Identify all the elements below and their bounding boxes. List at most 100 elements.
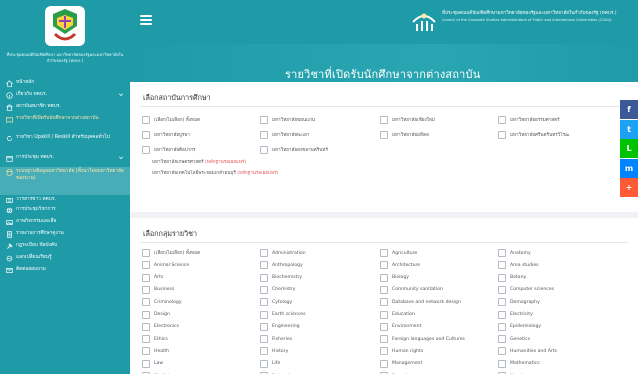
- subject-checkbox[interactable]: Biology: [380, 273, 409, 282]
- subject-checkbox[interactable]: Ethics: [142, 335, 168, 344]
- checkbox[interactable]: [380, 298, 388, 307]
- subject-checkbox[interactable]: Botany: [498, 273, 526, 282]
- subject-checkbox[interactable]: Anthropology: [260, 261, 303, 270]
- checkbox[interactable]: [142, 116, 150, 124]
- sidebar-item-reports[interactable]: รายงานการศึกษาดูงาน: [0, 231, 130, 243]
- checkbox[interactable]: [142, 298, 150, 307]
- checkbox[interactable]: [142, 335, 150, 344]
- sidebar-item-conference[interactable]: การประชุมวิชาการ: [0, 207, 130, 219]
- subject-checkbox[interactable]: Management: [380, 359, 422, 368]
- plus-icon[interactable]: +: [620, 178, 638, 197]
- checkbox[interactable]: [498, 116, 506, 124]
- subject-checkbox[interactable]: Genetics: [498, 335, 530, 344]
- messenger-icon[interactable]: m: [620, 158, 638, 178]
- checkbox[interactable]: [380, 359, 388, 368]
- subject-checkbox[interactable]: Life: [260, 359, 280, 368]
- checkbox[interactable]: [498, 347, 506, 356]
- subject-checkbox[interactable]: Biochemistry: [260, 273, 302, 282]
- checkbox[interactable]: [380, 322, 388, 331]
- institution-checkbox[interactable]: มหาวิทยาลัยธรรมศาสตร์: [498, 116, 560, 124]
- checkbox[interactable]: [498, 285, 506, 294]
- subject-checkbox[interactable]: Chemistry: [260, 285, 296, 294]
- subject-checkbox[interactable]: Environment: [380, 322, 421, 331]
- subject-checkbox[interactable]: Anatomy: [498, 249, 531, 257]
- checkbox[interactable]: [380, 285, 388, 294]
- checkbox[interactable]: [142, 322, 150, 331]
- sidebar-item-gallery[interactable]: ภาพกิจกรรมและสื่อ: [0, 219, 130, 231]
- checkbox[interactable]: [142, 310, 150, 319]
- twitter-icon[interactable]: t: [620, 119, 638, 139]
- checkbox[interactable]: [380, 116, 388, 124]
- subject-checkbox[interactable]: Mathematics: [498, 359, 540, 368]
- sidebar-item-regulations[interactable]: กฎระเบียบ ข้อบังคับ: [0, 243, 130, 255]
- subject-checkbox[interactable]: (เลือก/ไม่เลือก) ทั้งหมด: [142, 249, 200, 257]
- facebook-icon[interactable]: f: [620, 100, 638, 119]
- checkbox[interactable]: [260, 298, 268, 307]
- checkbox[interactable]: [260, 273, 268, 282]
- checkbox[interactable]: [260, 310, 268, 319]
- subject-checkbox[interactable]: Arts: [142, 273, 163, 282]
- checkbox[interactable]: [260, 116, 268, 124]
- checkbox[interactable]: [498, 335, 506, 344]
- institution-checkbox[interactable]: มหาวิทยาลัยมหิดล: [380, 131, 429, 139]
- checkbox[interactable]: [498, 131, 506, 139]
- subject-checkbox[interactable]: Engineering: [260, 322, 300, 331]
- subject-checkbox[interactable]: Cytology: [260, 298, 292, 307]
- sidebar-item-newsletter[interactable]: วารสารข่าว ทคบร.: [0, 195, 130, 207]
- institution-checkbox[interactable]: มหาวิทยาลัยสงขลานครินทร์: [260, 146, 328, 154]
- checkbox[interactable]: [142, 347, 150, 356]
- pending-link[interactable]: (หลักฐานรอเผยแพร่): [205, 160, 246, 165]
- sidebar-item-members[interactable]: สถาบันสมาชิก ทคบร.: [0, 104, 130, 116]
- checkbox[interactable]: [260, 322, 268, 331]
- institution-checkbox[interactable]: มหาวิทยาลัยบูรพา: [142, 131, 190, 139]
- institution-checkbox[interactable]: (เลือก/ไม่เลือก) ทั้งหมด: [142, 116, 200, 124]
- sidebar-item-meetings[interactable]: การประชุม ทคบร.: [0, 155, 130, 167]
- subject-checkbox[interactable]: Computer sciences: [498, 285, 554, 294]
- checkbox[interactable]: [380, 261, 388, 270]
- checkbox[interactable]: [260, 249, 268, 257]
- subject-checkbox[interactable]: Electricity: [498, 310, 533, 319]
- subject-checkbox[interactable]: Education: [380, 310, 415, 319]
- checkbox[interactable]: [498, 298, 506, 307]
- sidebar-item-exchange[interactable]: แลกเปลี่ยนเรียนรู้: [0, 255, 130, 267]
- subject-checkbox[interactable]: Law: [142, 359, 163, 368]
- checkbox[interactable]: [498, 359, 506, 368]
- checkbox[interactable]: [498, 273, 506, 282]
- subject-checkbox[interactable]: Humanities and Arts: [498, 347, 557, 356]
- sidebar-item-database[interactable]: ระบบฐานข้อมูลมหาวิทยาลัย (ทั้งนาโดยมหาวิ…: [0, 167, 130, 195]
- institution-checkbox[interactable]: มหาวิทยาลัยศรีนครินทรวิโรฒ: [498, 131, 569, 139]
- pending-link[interactable]: (หลักฐานรอเผยแพร่): [237, 171, 278, 176]
- subject-checkbox[interactable]: Agriculture: [380, 249, 417, 257]
- checkbox[interactable]: [380, 347, 388, 356]
- checkbox[interactable]: [498, 322, 506, 331]
- subject-checkbox[interactable]: Criminology: [142, 298, 182, 307]
- checkbox[interactable]: [380, 335, 388, 344]
- checkbox[interactable]: [498, 310, 506, 319]
- checkbox[interactable]: [142, 249, 150, 257]
- subject-checkbox[interactable]: Fisheries: [260, 335, 292, 344]
- cgau-logo-icon[interactable]: [43, 4, 87, 48]
- checkbox[interactable]: [142, 285, 150, 294]
- subject-checkbox[interactable]: Epidemiology: [498, 322, 541, 331]
- subject-checkbox[interactable]: Business: [142, 285, 174, 294]
- subject-checkbox[interactable]: Architecture: [380, 261, 420, 270]
- checkbox[interactable]: [380, 310, 388, 319]
- checkbox[interactable]: [142, 131, 150, 139]
- institution-checkbox[interactable]: มหาวิทยาลัยขอนแก่น: [260, 116, 315, 124]
- hamburger-menu-icon[interactable]: [140, 15, 152, 25]
- line-icon[interactable]: L: [620, 139, 638, 158]
- subject-checkbox[interactable]: Administration: [260, 249, 306, 257]
- checkbox[interactable]: [260, 359, 268, 368]
- sidebar-item-courses[interactable]: รายวิชาที่เปิดรับนักศึกษาจากต่างสถาบัน: [0, 116, 130, 135]
- checkbox[interactable]: [142, 359, 150, 368]
- checkbox[interactable]: [260, 347, 268, 356]
- checkbox[interactable]: [260, 261, 268, 270]
- institution-checkbox[interactable]: มหาวิทยาลัยพะเยา: [260, 131, 309, 139]
- subject-checkbox[interactable]: Human rights: [380, 347, 423, 356]
- checkbox[interactable]: [498, 249, 506, 257]
- subject-checkbox[interactable]: History: [260, 347, 288, 356]
- subject-checkbox[interactable]: Foreign languages and Cultures: [380, 335, 465, 344]
- subject-checkbox[interactable]: Earth sciences: [260, 310, 305, 319]
- checkbox[interactable]: [380, 249, 388, 257]
- subject-checkbox[interactable]: Database and network design: [380, 298, 461, 307]
